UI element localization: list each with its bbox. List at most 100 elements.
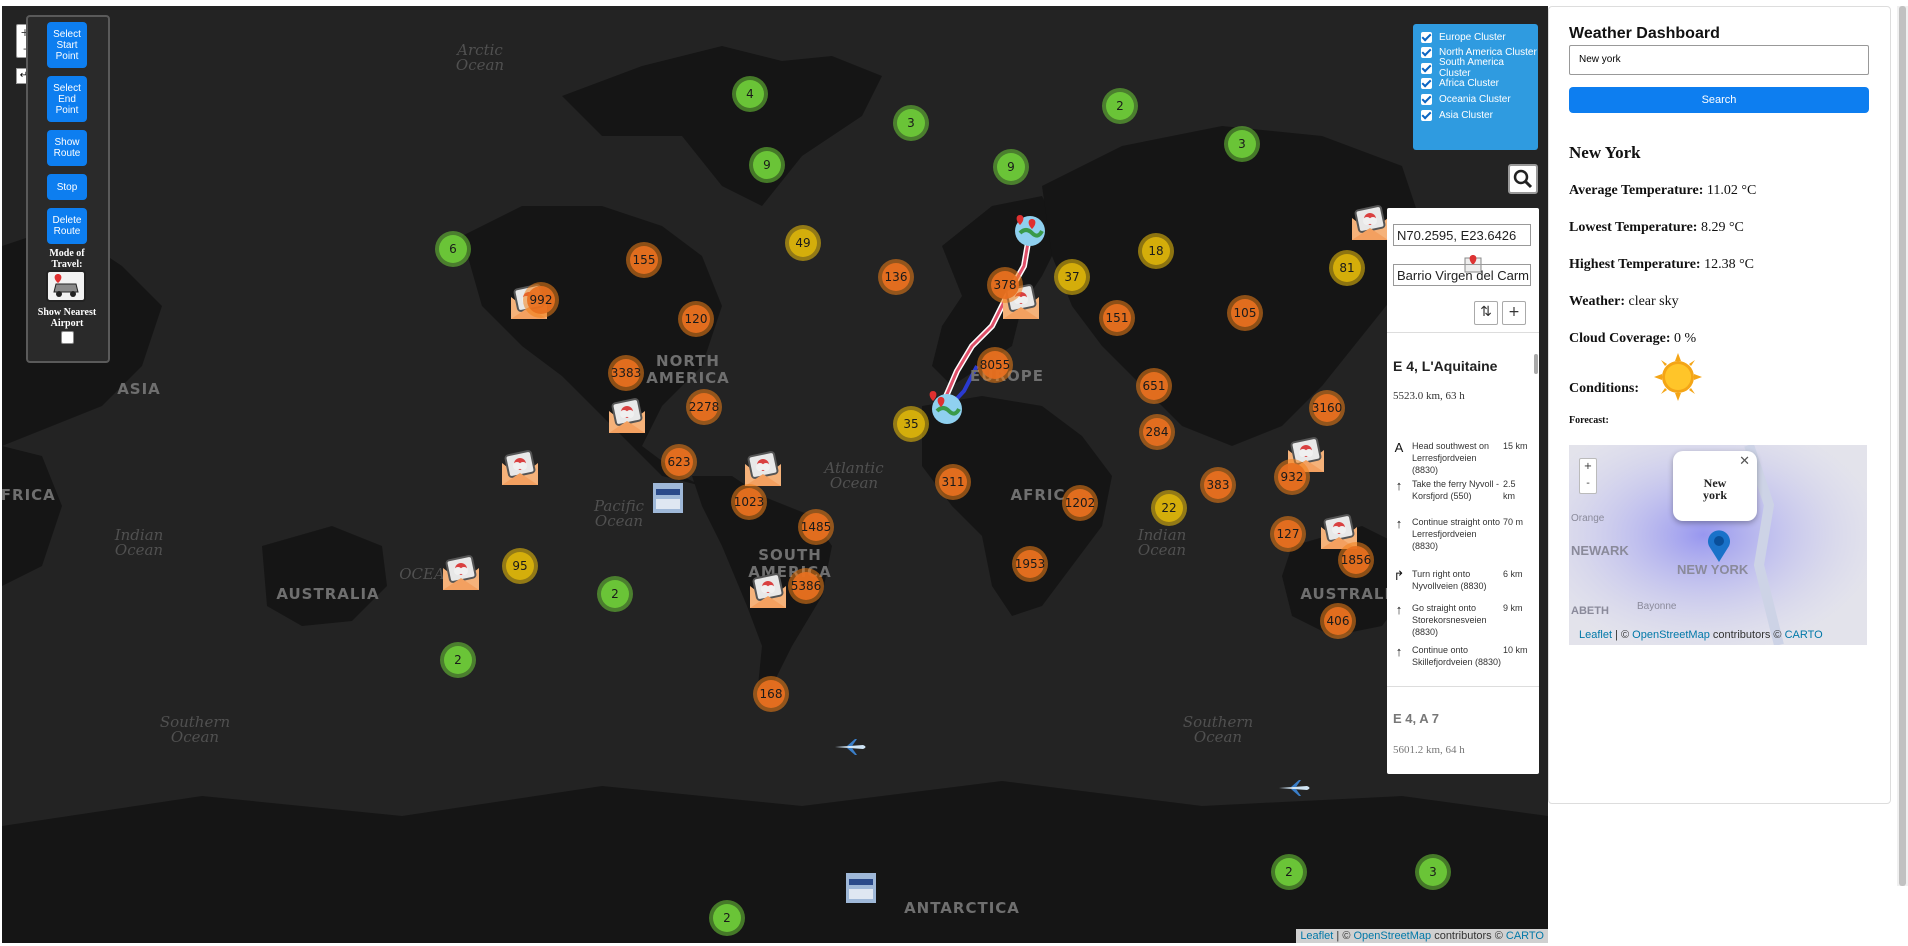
marker-cluster[interactable]: 155 [626,242,662,278]
marker-cluster[interactable]: 1953 [1012,546,1048,582]
layer-option[interactable]: Europe Cluster [1421,29,1506,45]
cloudy-weather-icon[interactable] [606,397,648,435]
airport-building-icon[interactable] [651,481,685,515]
marker-cluster[interactable]: 932 [1274,459,1310,495]
layer-option[interactable]: Asia Cluster [1421,107,1493,123]
marker-cluster[interactable]: 6 [435,231,471,267]
marker-cluster[interactable]: 105 [1227,295,1263,331]
cloudy-weather-icon[interactable] [499,449,541,487]
marker-cluster[interactable]: 1856 [1338,542,1374,578]
marker-cluster[interactable]: 168 [753,676,789,712]
marker-cluster[interactable]: 8055 [977,347,1013,383]
close-icon[interactable]: ✕ [1739,454,1750,469]
marker-cluster[interactable]: 311 [935,464,971,500]
airplane-icon[interactable] [833,738,869,756]
city-search-input[interactable]: New york [1569,45,1869,75]
layer-option[interactable]: South America Cluster [1421,57,1538,79]
marker-cluster[interactable]: 18 [1138,233,1174,269]
marker-cluster[interactable]: 623 [661,444,697,480]
airplane-icon[interactable] [1277,779,1313,797]
show-route-button[interactable]: Show Route [47,130,87,166]
select-start-button[interactable]: Select Start Point [47,22,87,68]
steps-scrollbar[interactable] [1534,354,1538,374]
marker-cluster[interactable]: 2278 [686,389,722,425]
end-marker-icon[interactable] [929,391,965,427]
marker-cluster[interactable]: 284 [1139,414,1175,450]
marker-cluster[interactable]: 35 [893,406,929,442]
marker-cluster[interactable]: 151 [1099,300,1135,336]
city-search-button[interactable]: Search [1569,87,1869,113]
cloudy-weather-icon[interactable] [1349,204,1391,242]
marker-cluster[interactable]: 37 [1054,259,1090,295]
marker-cluster[interactable]: 2 [709,900,745,936]
marker-cluster[interactable]: 3 [1415,854,1451,890]
scrollbar-thumb[interactable] [1899,6,1906,886]
marker-cluster[interactable]: 383 [1200,467,1236,503]
marker-cluster[interactable]: 49 [785,225,821,261]
page-scrollbar[interactable] [1897,6,1908,886]
marker-cluster[interactable]: 3160 [1309,390,1345,426]
layer-checkbox[interactable] [1421,93,1432,105]
cloudy-weather-icon[interactable] [742,450,784,488]
layer-checkbox[interactable] [1421,78,1432,90]
marker-cluster[interactable]: 9 [993,149,1029,185]
marker-cluster[interactable]: 2 [597,576,633,612]
marker-cluster[interactable]: 136 [878,259,914,295]
stop-button[interactable]: Stop [47,174,87,200]
leaflet-link[interactable]: Leaflet [1300,930,1333,942]
layer-checkbox[interactable] [1421,62,1432,74]
marker-cluster[interactable]: 95 [502,548,538,584]
cloudy-weather-icon[interactable] [440,554,482,592]
select-end-button[interactable]: Select End Point [47,76,87,122]
marker-cluster[interactable]: 4 [732,76,768,112]
marker-cluster[interactable]: 3 [1224,126,1260,162]
start-marker-icon[interactable] [1012,213,1048,249]
carto-link[interactable]: CARTO [1506,930,1544,942]
layer-option[interactable]: Oceania Cluster [1421,91,1511,107]
marker-cluster[interactable]: 3 [893,105,929,141]
minimap-zoom-out[interactable]: - [1580,476,1596,493]
marker-cluster[interactable]: 127 [1270,516,1306,552]
airport-building-icon[interactable] [844,871,878,905]
marker-cluster[interactable]: 120 [678,301,714,337]
marker-cluster[interactable]: 81 [1329,250,1365,286]
leaflet-link[interactable]: Leaflet [1579,629,1612,641]
car-mode-icon[interactable] [46,270,86,302]
minimap-zoom-in[interactable]: + [1580,459,1596,476]
marker-cluster[interactable]: 1485 [798,509,834,545]
location-popup[interactable]: ✕ New york [1673,451,1757,521]
marker-cluster[interactable]: 2 [440,642,476,678]
layer-checkbox[interactable] [1421,109,1432,121]
marker-cluster[interactable]: 651 [1136,368,1172,404]
route-end-input[interactable]: Barrio Virgen del Carm [1393,264,1531,286]
world-map[interactable]: Arctic Ocean Pacific Ocean Atlantic Ocean I… [2,6,1548,943]
osm-link[interactable]: OpenStreetMap [1632,629,1710,641]
marker-cluster[interactable]: 406 [1320,603,1356,639]
route-start-input[interactable]: N70.2595, E23.6426 [1393,224,1531,246]
minimap-zoom-control[interactable]: + - [1579,458,1597,494]
marker-cluster[interactable]: 9 [749,147,785,183]
route-2-name[interactable]: E 4, A 7 [1393,711,1533,726]
marker-cluster[interactable]: 2 [1102,88,1138,124]
carto-link[interactable]: CARTO [1785,629,1823,641]
route-1-name[interactable]: E 4, L'Aquitaine [1393,358,1533,374]
marker-cluster[interactable]: 5386 [788,568,824,604]
layer-checkbox[interactable] [1421,31,1432,43]
marker-cluster[interactable]: 1202 [1062,485,1098,521]
map-search-button[interactable] [1508,164,1538,194]
osm-link[interactable]: OpenStreetMap [1353,930,1431,942]
marker-cluster[interactable]: 992 [523,282,559,318]
layer-checkbox[interactable] [1421,47,1432,59]
layer-option[interactable]: Africa Cluster [1421,76,1499,92]
marker-cluster[interactable]: 378 [987,267,1023,303]
nearest-airport-checkbox[interactable] [61,331,74,344]
marker-cluster[interactable]: 2 [1271,854,1307,890]
reverse-waypoints-button[interactable]: ⇅ [1474,301,1498,325]
cloudy-weather-icon[interactable] [747,572,789,610]
location-pin-icon[interactable] [1704,529,1734,563]
marker-cluster[interactable]: 3383 [608,355,644,391]
marker-cluster[interactable]: 1023 [731,484,767,520]
marker-cluster[interactable]: 22 [1151,490,1187,526]
city-minimap[interactable]: + - Orange NEWARK NEW YORK Bayonne ABETH… [1569,445,1867,645]
add-waypoint-button[interactable]: + [1502,301,1526,325]
